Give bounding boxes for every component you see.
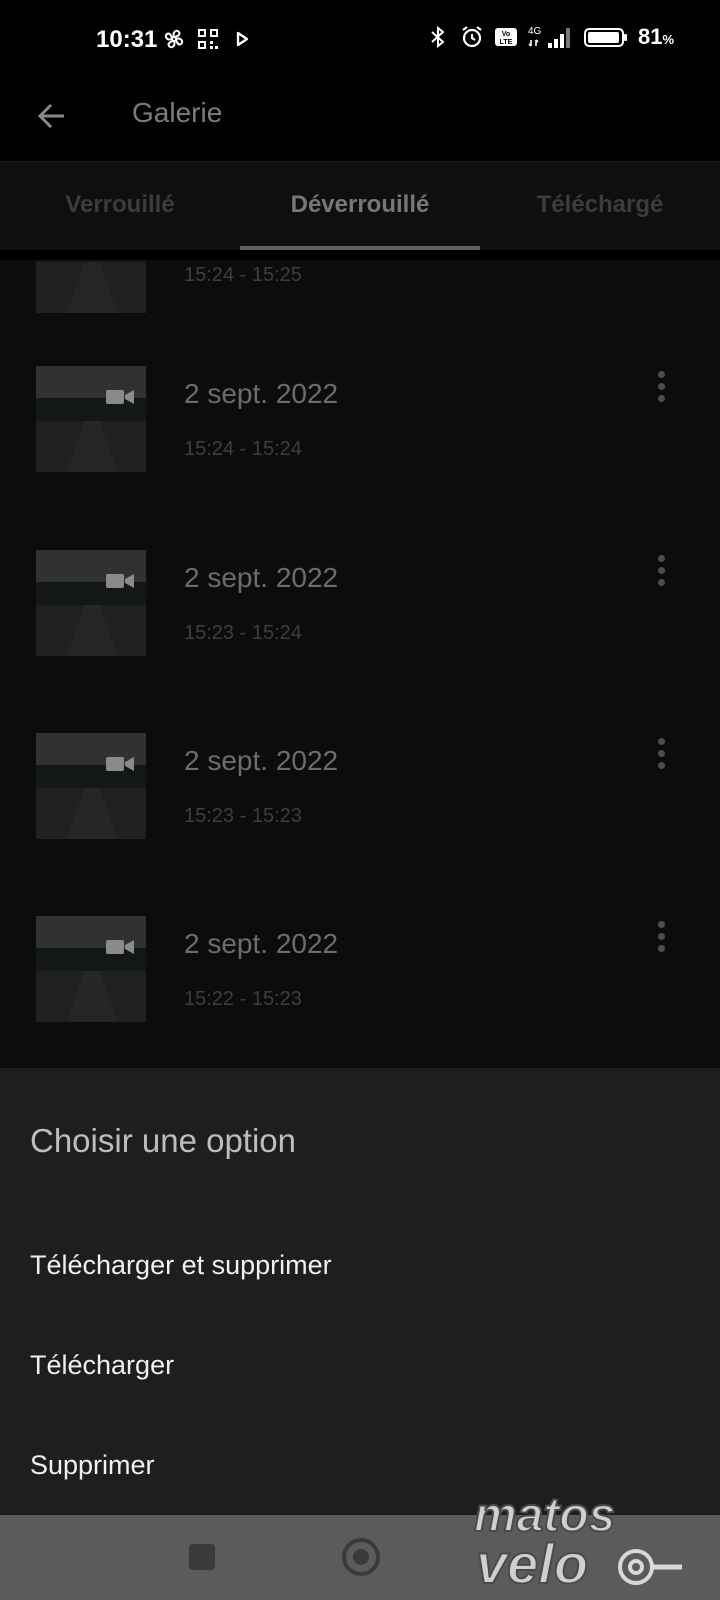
- option-label: Télécharger et supprimer: [30, 1250, 332, 1280]
- page-title: Galerie: [132, 97, 223, 128]
- home-button[interactable]: [342, 1538, 380, 1576]
- svg-text:LTE: LTE: [500, 39, 513, 46]
- alarm-icon: [462, 26, 482, 48]
- item-time: 15:22 - 15:23: [184, 988, 302, 1010]
- sheet-title: Choisir une option: [30, 1122, 296, 1159]
- item-date: 2 sept. 2022: [184, 378, 339, 409]
- fan-icon: [164, 29, 184, 49]
- video-thumbnail: [36, 550, 146, 656]
- status-bar: 10:31 Vo LTE 4G 81%: [0, 0, 720, 80]
- options-bottom-sheet: Choisir une option Télécharger et suppri…: [0, 1068, 720, 1515]
- battery-percent: 81%: [637, 24, 674, 49]
- item-date: 2 sept. 2022: [184, 562, 339, 593]
- bluetooth-icon: [431, 25, 445, 49]
- option-label: Télécharger: [30, 1350, 175, 1380]
- svg-text:4G: 4G: [528, 26, 542, 37]
- status-icons-right: Vo LTE 4G 81%: [426, 24, 674, 50]
- svg-text:Vo: Vo: [502, 31, 510, 38]
- item-date: 2 sept. 2022: [184, 745, 339, 776]
- video-thumbnail: [36, 260, 146, 313]
- signal-icon: 4G: [528, 26, 570, 48]
- list-item[interactable]: 2 sept. 2022 15:24 - 15:24: [0, 356, 720, 506]
- tab-downloaded[interactable]: Téléchargé: [480, 162, 720, 250]
- item-date: 2 sept. 2022: [184, 928, 339, 959]
- option-download-and-delete[interactable]: Télécharger et supprimer: [0, 1220, 720, 1316]
- status-time: 10:31: [96, 26, 158, 53]
- item-time: 15:23 - 15:24: [184, 622, 302, 644]
- play-icon: [236, 31, 249, 47]
- arrow-left-icon: [37, 103, 64, 129]
- more-options-button[interactable]: [646, 916, 676, 956]
- recent-apps-button[interactable]: [189, 1544, 215, 1570]
- qr-code-icon: [198, 29, 218, 49]
- volte-icon: VoLTE: [494, 28, 517, 46]
- status-icons-left: [162, 26, 254, 52]
- video-camera-icon: [106, 757, 134, 771]
- list-item[interactable]: 2 sept. 2022 15:22 - 15:23: [0, 906, 720, 1056]
- video-thumbnail: [36, 733, 146, 839]
- list-item[interactable]: 2 sept. 2022 15:23 - 15:23: [0, 723, 720, 873]
- app-bar: Galerie: [0, 80, 720, 162]
- list-item[interactable]: 2 sept. 2022 15:23 - 15:24: [0, 540, 720, 690]
- video-camera-icon: [106, 940, 134, 954]
- video-thumbnail: [36, 916, 146, 1022]
- item-time: 15:24 - 15:24: [184, 438, 302, 460]
- tab-locked[interactable]: Verrouillé: [0, 162, 240, 250]
- svg-text:velo: velo: [476, 1532, 588, 1593]
- battery-icon: [583, 28, 627, 47]
- option-download[interactable]: Télécharger: [0, 1320, 720, 1416]
- video-list: 15:24 - 15:25 2 sept. 2022 15:24 - 15:24…: [0, 260, 720, 1070]
- matos-velo-watermark-logo: matos velo: [473, 1488, 682, 1593]
- tab-unlocked[interactable]: Déverrouillé: [240, 162, 480, 250]
- more-options-button[interactable]: [646, 733, 676, 773]
- video-camera-icon: [106, 574, 134, 588]
- tab-bar: Verrouillé Déverrouillé Téléchargé: [0, 162, 720, 250]
- more-options-button[interactable]: [646, 550, 676, 590]
- video-thumbnail: [36, 366, 146, 472]
- item-time: 15:24 - 15:25: [184, 264, 302, 286]
- video-camera-icon: [106, 390, 134, 404]
- item-time: 15:23 - 15:23: [184, 805, 302, 827]
- more-options-button[interactable]: [646, 366, 676, 406]
- list-item[interactable]: 15:24 - 15:25: [0, 260, 720, 335]
- option-label: Supprimer: [30, 1450, 155, 1480]
- back-button[interactable]: [30, 94, 74, 138]
